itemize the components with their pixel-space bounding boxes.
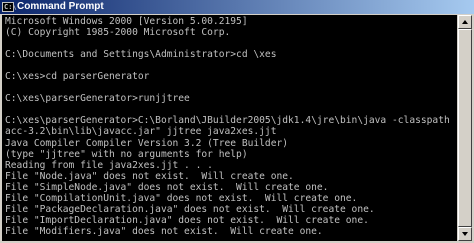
console-text: Microsoft Windows 2000 [Version 5.00.219… bbox=[2, 15, 457, 237]
console-line: File "Modifiers.java" does not exist. Wi… bbox=[5, 225, 323, 237]
command-prompt-icon[interactable]: C:\ bbox=[2, 2, 17, 12]
console-line: File "CompilationUnit.java" does not exi… bbox=[5, 192, 358, 204]
vertical-scrollbar[interactable] bbox=[458, 15, 472, 241]
console-line: C:\xes\parserGenerator>C:\Borland\JBuild… bbox=[5, 115, 457, 127]
console-line: (C) Copyright 1985-2000 Microsoft Corp. bbox=[5, 27, 231, 39]
console-line: File "Node.java" does not exist. Will cr… bbox=[5, 170, 294, 182]
arrow-up-icon bbox=[462, 20, 468, 24]
console-line: File "SimpleNode.java" does not exist. W… bbox=[5, 181, 329, 193]
console-line: C:\xes\parserGenerator>runjjtree bbox=[5, 93, 190, 105]
console-line: C:\Documents and Settings\Administrator>… bbox=[5, 49, 277, 61]
scrollbar-thumb[interactable] bbox=[458, 29, 472, 227]
console-line: C:\xes>cd parserGenerator bbox=[5, 71, 150, 83]
console-line: Microsoft Windows 2000 [Version 5.00.219… bbox=[5, 16, 248, 27]
arrow-down-icon bbox=[462, 232, 468, 236]
console-line: acc-3.2\bin\lib\javacc.jar" jjtree java2… bbox=[5, 126, 277, 138]
console-output[interactable]: Microsoft Windows 2000 [Version 5.00.219… bbox=[2, 15, 457, 241]
window-title: Command Prompt bbox=[17, 1, 104, 12]
command-prompt-window: C:\ Command Prompt Microsoft Windows 200… bbox=[0, 0, 474, 243]
console-line: Java Compiler Compiler Version 3.2 (Tree… bbox=[5, 137, 289, 149]
console-line: (type "jjtree" with no arguments for hel… bbox=[5, 148, 248, 160]
console-line: Reading from file java2xes.jjt . . . bbox=[5, 159, 213, 171]
title-bar[interactable]: C:\ Command Prompt bbox=[0, 0, 474, 14]
console-line: File "PackageDeclaration.java" does not … bbox=[5, 203, 375, 215]
scroll-down-button[interactable] bbox=[458, 227, 472, 241]
scroll-up-button[interactable] bbox=[458, 15, 472, 29]
console-line: File "ImportDeclaration.java" does not e… bbox=[5, 214, 369, 226]
